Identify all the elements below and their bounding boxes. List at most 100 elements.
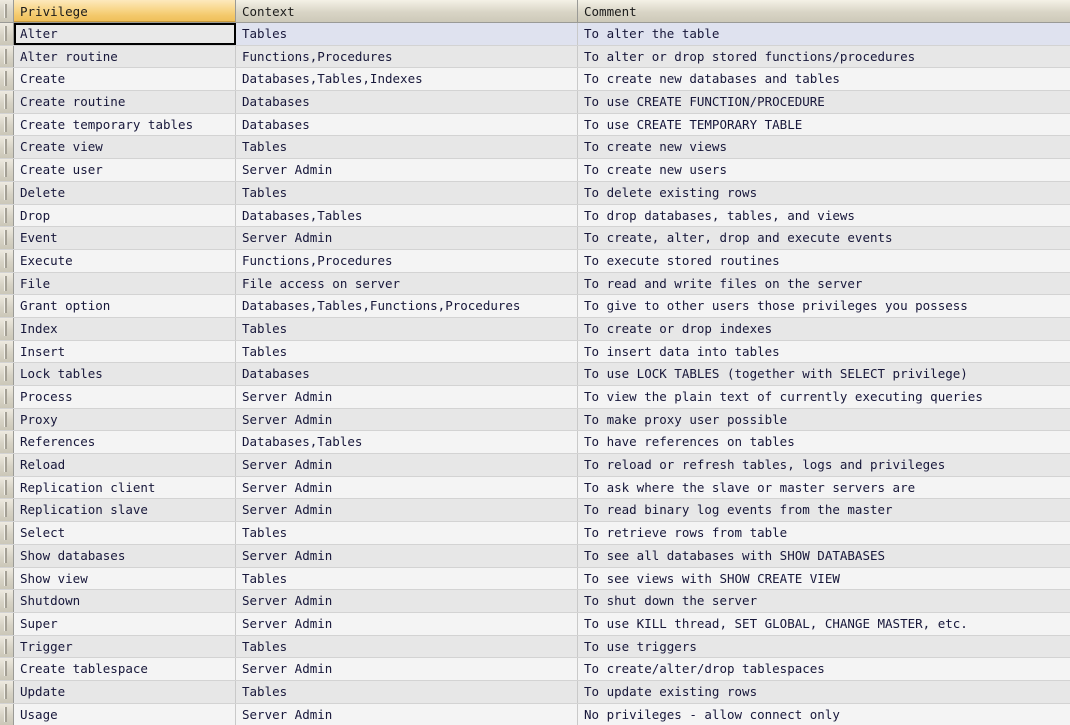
- cell-context[interactable]: Server Admin: [236, 658, 578, 680]
- cell-context[interactable]: Tables: [236, 182, 578, 204]
- cell-privilege[interactable]: Replication slave: [14, 499, 236, 521]
- cell-comment[interactable]: No privileges - allow connect only: [578, 704, 1070, 725]
- cell-comment[interactable]: To drop databases, tables, and views: [578, 205, 1070, 227]
- row-header-gutter[interactable]: [0, 318, 14, 340]
- cell-comment[interactable]: To retrieve rows from table: [578, 522, 1070, 544]
- row-header-gutter[interactable]: [0, 681, 14, 703]
- cell-context[interactable]: Server Admin: [236, 227, 578, 249]
- table-row[interactable]: Grant optionDatabases,Tables,Functions,P…: [0, 295, 1070, 318]
- row-header-gutter[interactable]: [0, 227, 14, 249]
- cell-privilege[interactable]: Create user: [14, 159, 236, 181]
- cell-privilege[interactable]: Process: [14, 386, 236, 408]
- cell-privilege[interactable]: Reload: [14, 454, 236, 476]
- row-header-gutter[interactable]: [0, 341, 14, 363]
- cell-comment[interactable]: To see all databases with SHOW DATABASES: [578, 545, 1070, 567]
- cell-context[interactable]: Server Admin: [236, 704, 578, 725]
- cell-context[interactable]: Tables: [236, 636, 578, 658]
- table-row[interactable]: EventServer AdminTo create, alter, drop …: [0, 227, 1070, 250]
- row-header-gutter[interactable]: [0, 590, 14, 612]
- row-header-gutter[interactable]: [0, 250, 14, 272]
- table-row[interactable]: Show databasesServer AdminTo see all dat…: [0, 545, 1070, 568]
- table-row[interactable]: IndexTablesTo create or drop indexes: [0, 318, 1070, 341]
- cell-context[interactable]: Server Admin: [236, 159, 578, 181]
- cell-comment[interactable]: To use KILL thread, SET GLOBAL, CHANGE M…: [578, 613, 1070, 635]
- cell-privilege[interactable]: Shutdown: [14, 590, 236, 612]
- cell-context[interactable]: Databases,Tables: [236, 205, 578, 227]
- table-row[interactable]: ReloadServer AdminTo reload or refresh t…: [0, 454, 1070, 477]
- cell-comment[interactable]: To create new views: [578, 136, 1070, 158]
- cell-comment[interactable]: To reload or refresh tables, logs and pr…: [578, 454, 1070, 476]
- cell-context[interactable]: Server Admin: [236, 613, 578, 635]
- row-header-gutter[interactable]: [0, 182, 14, 204]
- cell-context[interactable]: Tables: [236, 318, 578, 340]
- cell-context[interactable]: Server Admin: [236, 545, 578, 567]
- cell-comment[interactable]: To delete existing rows: [578, 182, 1070, 204]
- row-header-gutter[interactable]: [0, 295, 14, 317]
- cell-comment[interactable]: To have references on tables: [578, 431, 1070, 453]
- cell-privilege[interactable]: Update: [14, 681, 236, 703]
- cell-context[interactable]: Functions,Procedures: [236, 250, 578, 272]
- cell-privilege[interactable]: Index: [14, 318, 236, 340]
- table-row[interactable]: Show viewTablesTo see views with SHOW CR…: [0, 568, 1070, 591]
- cell-privilege[interactable]: References: [14, 431, 236, 453]
- row-header-gutter[interactable]: [0, 522, 14, 544]
- cell-privilege[interactable]: Create routine: [14, 91, 236, 113]
- cell-context[interactable]: Tables: [236, 341, 578, 363]
- cell-comment[interactable]: To ask where the slave or master servers…: [578, 477, 1070, 499]
- cell-comment[interactable]: To update existing rows: [578, 681, 1070, 703]
- table-row[interactable]: DropDatabases,TablesTo drop databases, t…: [0, 205, 1070, 228]
- row-header-gutter[interactable]: [0, 114, 14, 136]
- cell-privilege[interactable]: Create: [14, 68, 236, 90]
- cell-privilege[interactable]: Drop: [14, 205, 236, 227]
- cell-context[interactable]: Tables: [236, 136, 578, 158]
- row-header-gutter[interactable]: [0, 477, 14, 499]
- cell-comment[interactable]: To see views with SHOW CREATE VIEW: [578, 568, 1070, 590]
- table-row[interactable]: SuperServer AdminTo use KILL thread, SET…: [0, 613, 1070, 636]
- cell-privilege[interactable]: Alter routine: [14, 46, 236, 68]
- cell-comment[interactable]: To use triggers: [578, 636, 1070, 658]
- row-header-gutter[interactable]: [0, 23, 14, 45]
- cell-comment[interactable]: To execute stored routines: [578, 250, 1070, 272]
- cell-comment[interactable]: To use CREATE TEMPORARY TABLE: [578, 114, 1070, 136]
- cell-privilege[interactable]: Trigger: [14, 636, 236, 658]
- row-header-gutter[interactable]: [0, 68, 14, 90]
- column-header-privilege[interactable]: Privilege: [14, 0, 236, 22]
- cell-comment[interactable]: To shut down the server: [578, 590, 1070, 612]
- cell-comment[interactable]: To read and write files on the server: [578, 273, 1070, 295]
- cell-comment[interactable]: To create new users: [578, 159, 1070, 181]
- cell-privilege[interactable]: Lock tables: [14, 363, 236, 385]
- column-header-comment[interactable]: Comment: [578, 0, 1070, 22]
- cell-privilege[interactable]: Proxy: [14, 409, 236, 431]
- table-row[interactable]: CreateDatabases,Tables,IndexesTo create …: [0, 68, 1070, 91]
- table-row[interactable]: SelectTablesTo retrieve rows from table: [0, 522, 1070, 545]
- cell-privilege[interactable]: Super: [14, 613, 236, 635]
- cell-context[interactable]: Server Admin: [236, 477, 578, 499]
- cell-context[interactable]: Server Admin: [236, 499, 578, 521]
- cell-privilege[interactable]: Grant option: [14, 295, 236, 317]
- cell-comment[interactable]: To create, alter, drop and execute event…: [578, 227, 1070, 249]
- table-row[interactable]: FileFile access on serverTo read and wri…: [0, 273, 1070, 296]
- cell-privilege[interactable]: Delete: [14, 182, 236, 204]
- cell-context[interactable]: Databases: [236, 363, 578, 385]
- row-header-gutter[interactable]: [0, 431, 14, 453]
- cell-comment[interactable]: To use LOCK TABLES (together with SELECT…: [578, 363, 1070, 385]
- cell-comment[interactable]: To use CREATE FUNCTION/PROCEDURE: [578, 91, 1070, 113]
- column-header-context[interactable]: Context: [236, 0, 578, 22]
- table-row[interactable]: Create viewTablesTo create new views: [0, 136, 1070, 159]
- table-row[interactable]: DeleteTablesTo delete existing rows: [0, 182, 1070, 205]
- row-header-gutter[interactable]: [0, 704, 14, 725]
- cell-context[interactable]: Server Admin: [236, 590, 578, 612]
- table-row[interactable]: AlterTablesTo alter the table: [0, 23, 1070, 46]
- cell-context[interactable]: Tables: [236, 568, 578, 590]
- cell-comment[interactable]: To give to other users those privileges …: [578, 295, 1070, 317]
- table-row[interactable]: Alter routineFunctions,ProceduresTo alte…: [0, 46, 1070, 69]
- cell-privilege[interactable]: Create temporary tables: [14, 114, 236, 136]
- cell-privilege[interactable]: Replication client: [14, 477, 236, 499]
- row-header-gutter[interactable]: [0, 363, 14, 385]
- cell-context[interactable]: Databases,Tables,Functions,Procedures: [236, 295, 578, 317]
- row-header-gutter[interactable]: [0, 46, 14, 68]
- table-row[interactable]: UsageServer AdminNo privileges - allow c…: [0, 704, 1070, 725]
- cell-comment[interactable]: To make proxy user possible: [578, 409, 1070, 431]
- table-row[interactable]: Create temporary tablesDatabasesTo use C…: [0, 114, 1070, 137]
- row-header-gutter[interactable]: [0, 499, 14, 521]
